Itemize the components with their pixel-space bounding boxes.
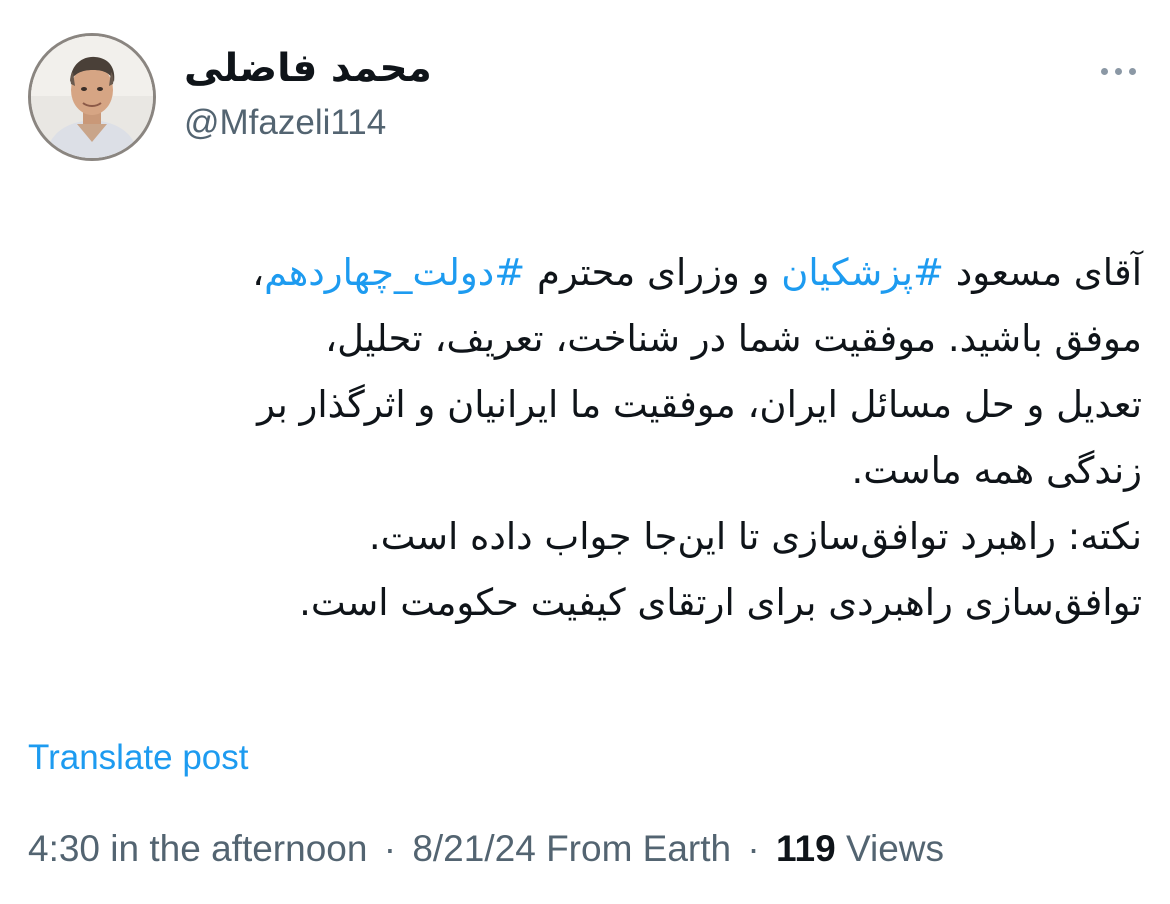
translate-post-link[interactable]: Translate post xyxy=(28,736,248,780)
tweet-line: آقای مسعود #پزشکیان و وزرای محترم #دولت_… xyxy=(30,240,1142,306)
tweet-line: نکته: راهبرد توافق‌سازی تا این‌جا جواب د… xyxy=(30,504,1142,570)
avatar-portrait xyxy=(31,36,153,158)
tweet-text-segment: زندگی همه ماست. xyxy=(851,449,1143,492)
tweet-text-segment: و وزرای محترم xyxy=(525,251,782,294)
tweet-header: محمد فاضلی @Mfazeli114 xyxy=(0,0,1170,180)
views-count[interactable]: 119 xyxy=(776,828,836,869)
meta-separator: · xyxy=(383,828,397,869)
user-handle[interactable]: @Mfazeli114 xyxy=(184,100,386,146)
avatar[interactable] xyxy=(28,33,156,161)
more-horizontal-icon xyxy=(1100,67,1108,75)
tweet-text-segment: توافق‌سازی راهبردی برای ارتقای کیفیت حکو… xyxy=(299,581,1142,624)
more-horizontal-icon xyxy=(1128,67,1136,75)
tweet-text-segment: ، xyxy=(252,251,265,294)
post-date[interactable]: 8/21/24 xyxy=(412,828,535,869)
hashtag-link[interactable]: #دولت_چهاردهم xyxy=(264,251,525,294)
hashtag-link[interactable]: #پزشکیان xyxy=(781,251,944,294)
tweet-text-segment: آقای مسعود xyxy=(944,251,1142,294)
tweet-text-segment: تعدیل و حل مسائل ایران، موفقیت ما ایرانی… xyxy=(257,383,1142,426)
views-label[interactable]: Views xyxy=(846,828,944,869)
post-time[interactable]: 4:30 in the afternoon xyxy=(28,828,367,869)
tweet-metadata: 4:30 in the afternoon · 8/21/24 From Ear… xyxy=(28,826,944,872)
tweet-line: تعدیل و حل مسائل ایران، موفقیت ما ایرانی… xyxy=(30,372,1142,438)
post-source: From Earth xyxy=(546,828,732,869)
meta-separator: · xyxy=(747,828,760,869)
display-name[interactable]: محمد فاضلی xyxy=(184,44,444,94)
tweet-line: موفق باشید. موفقیت شما در شناخت، تعریف، … xyxy=(30,306,1142,372)
more-options-button[interactable] xyxy=(1090,56,1146,86)
tweet-line: توافق‌سازی راهبردی برای ارتقای کیفیت حکو… xyxy=(30,570,1142,636)
tweet-text-segment: نکته: راهبرد توافق‌سازی تا این‌جا جواب د… xyxy=(368,515,1142,558)
tweet-text-segment: موفق باشید. موفقیت شما در شناخت، تعریف، … xyxy=(325,317,1142,360)
tweet-text: آقای مسعود #پزشکیان و وزرای محترم #دولت_… xyxy=(30,240,1142,636)
tweet-line: زندگی همه ماست. xyxy=(30,438,1143,504)
more-horizontal-icon xyxy=(1114,67,1122,75)
